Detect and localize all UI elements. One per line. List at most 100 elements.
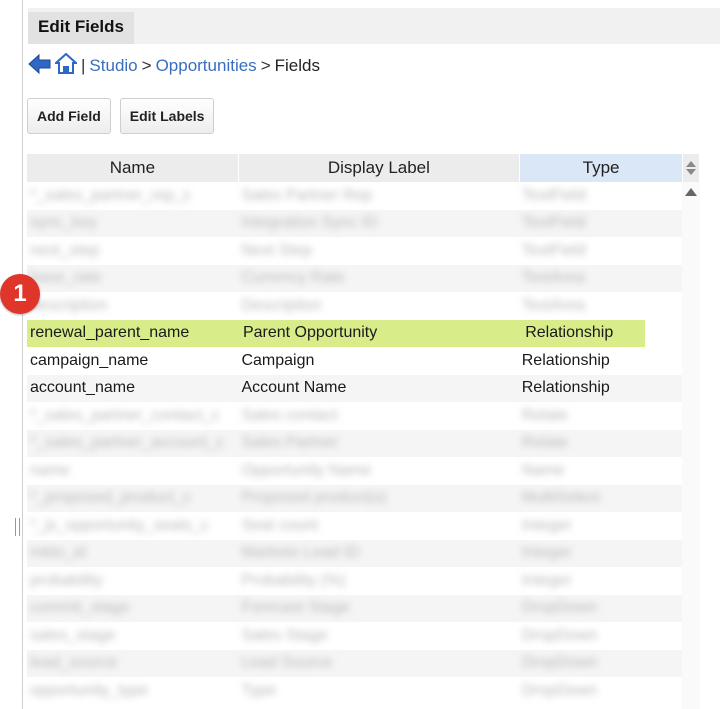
row-name-cell[interactable]: probability: [27, 572, 238, 590]
row-name-cell[interactable]: description: [27, 297, 238, 315]
row-display-label-cell: Parent Opportunity: [242, 324, 378, 342]
row-name-cell[interactable]: *_sales_partner_rep_c: [27, 187, 238, 205]
breadcrumb: | Studio > Opportunities > Fields: [28, 52, 320, 80]
table-row[interactable]: sales_stage Sales Stage DropDown: [27, 622, 682, 650]
row-name-cell[interactable]: account_name: [27, 379, 238, 397]
row-display-label-cell: Sales Partner: [241, 434, 339, 452]
row-type-cell: DropDown: [521, 681, 598, 699]
row-type-cell: Relationship: [521, 351, 610, 369]
table-row[interactable]: mkto_id Marketo Lead ID Integer: [27, 539, 682, 567]
breadcrumb-current: Fields: [274, 56, 320, 75]
table-row[interactable]: commit_stage Forecast Stage DropDown: [27, 594, 682, 622]
row-type-cell: Integer: [521, 516, 572, 534]
row-name-cell[interactable]: *_js_opportunity_seats_c: [27, 517, 238, 535]
row-display-label-cell: Description: [241, 296, 322, 314]
row-type-cell: Relate: [521, 406, 568, 424]
table-row[interactable]: account_name Account Name Relationship: [27, 374, 682, 402]
row-display-label-cell: Sales contact: [241, 406, 338, 424]
row-display-label-cell: Probability (%): [241, 571, 346, 589]
column-header-type[interactable]: Type: [520, 154, 684, 182]
table-row[interactable]: *_sales_partner_account_c Sales Partner Re…: [27, 429, 682, 457]
table-row[interactable]: campaign_name Campaign Relationship: [27, 347, 682, 375]
row-display-label-cell: Currency Rate: [241, 269, 345, 287]
table-row[interactable]: *_js_opportunity_seats_c Seat count Intege…: [27, 512, 682, 540]
breadcrumb-studio-link[interactable]: Studio: [89, 56, 137, 76]
row-type-cell: Relationship: [521, 379, 610, 397]
column-header-display-label[interactable]: Display Label: [238, 154, 521, 182]
breadcrumb-module-link[interactable]: Opportunities: [156, 56, 257, 76]
row-name-cell[interactable]: *_sales_partner_contact_c: [27, 407, 238, 425]
row-type-cell: Name: [521, 461, 565, 479]
add-field-button[interactable]: Add Field: [27, 98, 111, 134]
vertical-scrollbar[interactable]: [682, 182, 700, 709]
step-number-badge: 1: [0, 274, 40, 314]
row-name-cell[interactable]: sales_stage: [27, 627, 238, 645]
column-header-name[interactable]: Name: [27, 154, 239, 182]
toolbar: Add Field Edit Labels: [27, 98, 215, 134]
row-type-cell: TextField: [521, 241, 586, 259]
row-name-cell[interactable]: name: [27, 462, 238, 480]
row-name-cell[interactable]: *_proposed_product_c: [27, 489, 238, 507]
table-row[interactable]: *_sales_partner_rep_c Sales Partner Rep Te…: [27, 182, 682, 210]
row-type-cell: Relationship: [525, 324, 614, 342]
row-display-label-cell: Type: [241, 681, 277, 699]
fields-table: Name Display Label Type *_sales_partner_…: [27, 154, 700, 709]
row-display-label-cell: Seat count: [241, 516, 318, 534]
row-display-label-cell: Forecast Stage: [241, 599, 350, 617]
row-type-cell: Integer: [521, 571, 572, 589]
table-row-highlighted[interactable]: renewal_parent_name Parent Opportunity Rel…: [27, 319, 645, 347]
table-header: Name Display Label Type: [27, 154, 700, 182]
row-name-cell[interactable]: base_rate: [27, 269, 238, 287]
table-row[interactable]: lead_source Lead Source DropDown: [27, 649, 682, 677]
row-display-label-cell: Sales Stage: [241, 626, 328, 644]
row-name-cell[interactable]: commit_stage: [27, 599, 238, 617]
row-type-cell: TextField: [521, 186, 586, 204]
home-icon[interactable]: [53, 52, 79, 80]
page-title: Edit Fields: [28, 12, 134, 44]
row-name-cell[interactable]: *_sales_partner_account_c: [27, 434, 238, 452]
table-row[interactable]: sync_key Integration Sync ID TextField: [27, 209, 682, 237]
row-type-cell: TextArea: [521, 269, 585, 287]
row-display-label-cell: Sales Partner Rep: [241, 186, 373, 204]
row-display-label-cell: Next Step: [241, 241, 312, 259]
row-name-cell[interactable]: campaign_name: [27, 352, 238, 370]
sort-icon[interactable]: [683, 154, 700, 182]
table-row[interactable]: next_step Next Step TextField: [27, 237, 682, 265]
row-type-cell: TextArea: [521, 296, 585, 314]
row-display-label-cell: Campaign: [241, 351, 315, 369]
panel-divider: [22, 0, 23, 709]
row-name-cell[interactable]: mkto_id: [27, 544, 238, 562]
row-type-cell: DropDown: [521, 599, 598, 617]
table-row[interactable]: opportunity_type Type DropDown: [27, 677, 682, 705]
breadcrumb-arrow: >: [260, 56, 271, 75]
table-row[interactable]: *_proposed_product_c Proposed product(s) M…: [27, 484, 682, 512]
row-display-label-cell: Marketo Lead ID: [241, 544, 360, 562]
row-name-cell[interactable]: renewal_parent_name: [27, 324, 240, 342]
row-type-cell: DropDown: [521, 626, 598, 644]
row-name-cell[interactable]: next_step: [27, 242, 238, 260]
row-name-cell[interactable]: opportunity_type: [27, 682, 238, 700]
row-type-cell: TextField: [521, 214, 586, 232]
row-type-cell: Integer: [521, 544, 572, 562]
row-display-label-cell: Integration Sync ID: [241, 214, 378, 232]
row-type-cell: DropDown: [521, 654, 598, 672]
row-display-label-cell: Opportunity Name: [241, 461, 372, 479]
table-row[interactable]: description Description TextArea: [27, 292, 682, 320]
table-row[interactable]: name Opportunity Name Name: [27, 457, 682, 485]
resize-handle[interactable]: [15, 518, 20, 536]
row-display-label-cell: Lead Source: [241, 654, 333, 672]
table-row[interactable]: *_sales_partner_contact_c Sales contact Re…: [27, 402, 682, 430]
row-display-label-cell: Proposed product(s): [241, 489, 387, 507]
scroll-up-icon[interactable]: [685, 188, 697, 196]
row-type-cell: MultiSelect: [521, 489, 600, 507]
row-name-cell[interactable]: sync_key: [27, 214, 238, 232]
edit-labels-button[interactable]: Edit Labels: [119, 98, 215, 134]
table-body: *_sales_partner_rep_c Sales Partner Rep Te…: [27, 182, 700, 705]
table-row[interactable]: base_rate Currency Rate TextArea: [27, 264, 682, 292]
row-display-label-cell: Account Name: [241, 379, 347, 397]
back-arrow-icon[interactable]: [28, 53, 52, 80]
row-name-cell[interactable]: lead_source: [27, 654, 238, 672]
row-type-cell: Relate: [521, 434, 568, 452]
breadcrumb-arrow: >: [141, 56, 152, 75]
table-row[interactable]: probability Probability (%) Integer: [27, 567, 682, 595]
